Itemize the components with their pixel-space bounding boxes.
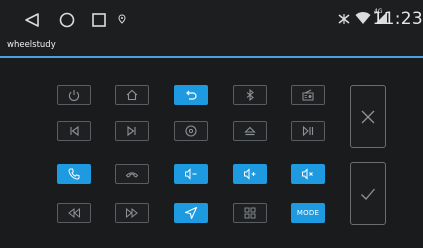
power-icon [68,90,80,101]
disc-icon [185,125,197,137]
location-pin-icon [118,14,126,24]
hang-up-button[interactable] [115,164,149,184]
eject-button[interactable] [233,121,267,141]
back-triangle-icon[interactable] [22,11,42,29]
apps-icon [244,207,256,219]
volume-down-button[interactable] [174,164,208,184]
mute-icon [302,168,313,180]
mode-label: MODE [296,209,320,217]
home-button[interactable] [115,85,149,105]
radio-icon [302,89,314,101]
back-return-icon [186,90,197,100]
home-circle-icon[interactable] [57,11,77,29]
phone-icon [68,168,80,180]
wifi-icon [355,11,371,25]
fast-forward-icon [126,207,138,219]
play-pause-icon [302,125,314,137]
fast-forward-button[interactable] [115,203,149,223]
cancel-button[interactable] [350,85,386,148]
navigation-icon [184,206,198,220]
eject-icon [244,126,256,136]
navigation-button[interactable] [174,203,208,223]
radio-button[interactable] [291,85,325,105]
app-title-bar: wheelstudy [0,38,423,56]
hang-up-icon [125,172,139,178]
previous-track-button[interactable] [57,121,91,141]
rewind-icon [68,207,80,219]
volume-up-icon [244,168,256,180]
volume-up-button[interactable] [233,164,267,184]
skip-previous-icon [70,125,79,137]
play-pause-button[interactable] [291,121,325,141]
close-icon [361,110,375,123]
bluetooth-icon [246,88,254,102]
apps-button[interactable] [233,203,267,223]
disc-button[interactable] [174,121,208,141]
status-bar: 4G 11:23 [0,0,423,38]
mode-button[interactable]: MODE [291,203,325,223]
clock: 11:23 [372,9,423,29]
back-button[interactable] [174,85,208,105]
power-button[interactable] [57,85,91,105]
call-button[interactable] [57,164,91,184]
app-title: wheelstudy [7,40,56,50]
recents-square-icon[interactable] [90,11,108,29]
skip-next-icon [127,125,136,137]
bluetooth-off-icon [337,13,351,25]
bluetooth-button[interactable] [233,85,267,105]
home-icon [126,89,138,101]
rewind-button[interactable] [57,203,91,223]
confirm-button[interactable] [350,162,386,225]
next-track-button[interactable] [115,121,149,141]
volume-down-icon [185,168,197,180]
check-icon [361,188,375,200]
mute-button[interactable] [291,164,325,184]
